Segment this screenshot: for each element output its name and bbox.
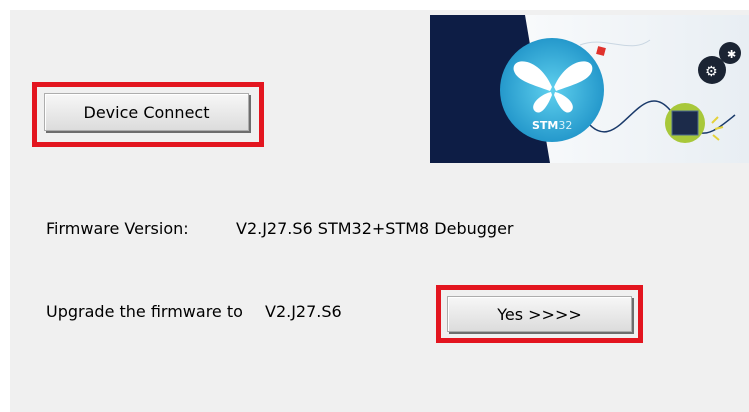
stm32-brand-text: STM32	[532, 119, 572, 132]
upgrade-target-version: V2.J27.S6	[265, 302, 342, 321]
chip-body	[671, 110, 699, 136]
svg-text:✱: ✱	[727, 48, 736, 61]
yes-button-label: Yes >>>>	[497, 304, 582, 324]
device-connect-label: Device Connect	[83, 102, 210, 122]
yes-upgrade-button[interactable]: Yes >>>>	[447, 296, 632, 332]
firmware-version-value: V2.J27.S6 STM32+STM8 Debugger	[236, 219, 514, 238]
upgrade-prompt: Upgrade the firmware to	[46, 302, 243, 321]
svg-text:⚙: ⚙	[705, 64, 718, 80]
stm32-banner: ✱ ⚙ STM32	[430, 15, 749, 163]
stm32-banner-art: ✱ ⚙ STM32	[430, 15, 749, 163]
st-link-upgrade-dialog: Device Connect ✱ ⚙ STM32 Firmware Versio…	[10, 10, 749, 412]
firmware-version-label: Firmware Version:	[46, 219, 189, 238]
device-connect-button[interactable]: Device Connect	[44, 93, 249, 131]
